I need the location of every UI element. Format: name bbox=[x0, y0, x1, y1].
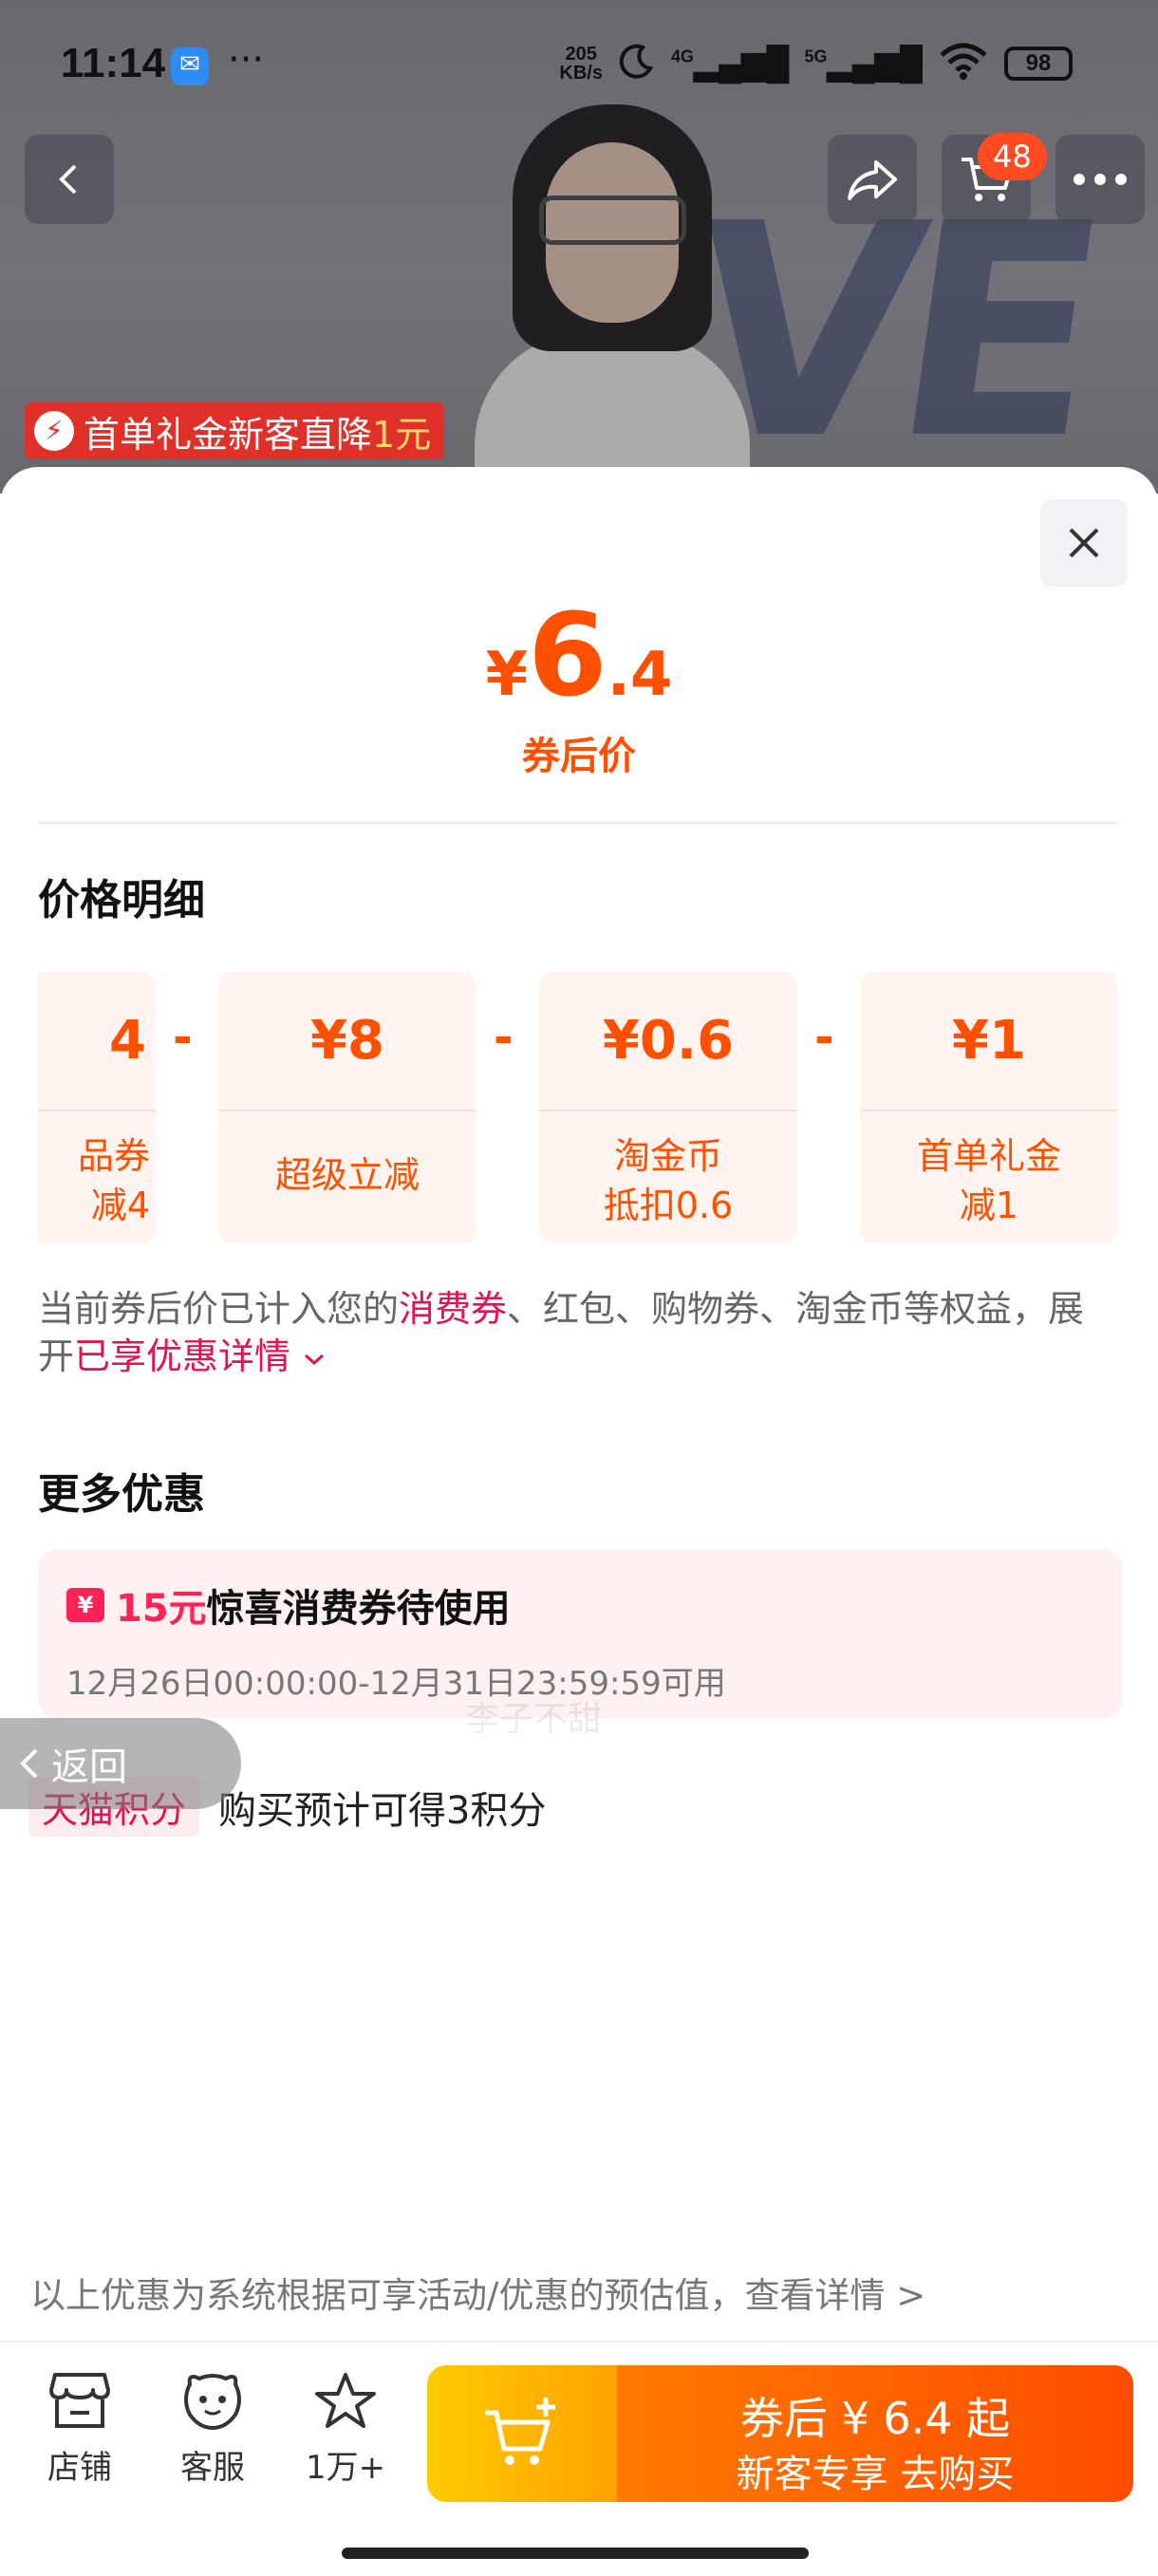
coupon-amount: 15元 bbox=[116, 1587, 207, 1631]
battery-indicator: 98 bbox=[1004, 46, 1073, 81]
minus-operator: - bbox=[814, 1010, 834, 1065]
customer-service-button[interactable]: 客服 bbox=[156, 2371, 270, 2488]
coupon-price-label: 券后价 bbox=[522, 735, 636, 778]
price-detail-sheet: ¥6.4 券后价 价格明细 4 品券 减4 - ¥8 超级立减 - ¥0.6 淘金… bbox=[0, 467, 1158, 2574]
watermark-text: 李子不甜 bbox=[465, 1700, 603, 1739]
star-icon bbox=[315, 2373, 376, 2428]
moon-icon bbox=[618, 42, 656, 84]
promo-text: 首单礼金新客直降1元 bbox=[84, 413, 432, 456]
chevron-left-icon bbox=[59, 164, 77, 195]
minus-operator: - bbox=[173, 1010, 193, 1065]
price-note: 当前券后价已计入您的消费券、红包、购物券、淘金币等权益，展开已享优惠详情 bbox=[38, 1288, 1085, 1377]
message-app-icon: ✉ bbox=[171, 47, 209, 85]
coupon-validity: 12月26日00:00:00-12月31日23:59:59可用 bbox=[66, 1665, 726, 1703]
buy-price-line: 券后 ¥ 6.4 起 bbox=[739, 2393, 1011, 2444]
shop-button[interactable]: 店铺 bbox=[23, 2371, 137, 2488]
signal-5g-icon: 5G▂▄▆█ bbox=[804, 45, 924, 82]
minus-operator: - bbox=[494, 1010, 514, 1065]
divider bbox=[38, 822, 1120, 824]
add-cart-icon bbox=[485, 2398, 555, 2465]
status-time: 11:14 bbox=[61, 40, 166, 86]
price-detail-title: 价格明细 bbox=[38, 876, 205, 924]
chevron-left-icon bbox=[20, 1748, 38, 1779]
more-offers-title: 更多优惠 bbox=[38, 1470, 205, 1519]
share-button[interactable] bbox=[828, 135, 917, 224]
status-bar: 11:14 ✉ ··· 205 KB/s 4G▂▄▆█ 5G▂▄▆█ 98 bbox=[0, 0, 1158, 133]
price-breakdown-cards[interactable]: 4 品券 减4 - ¥8 超级立减 - ¥0.6 淘金币 抵扣0.6 - ¥1 首单… bbox=[38, 972, 1122, 1247]
coupon-title: 惊喜消费券待使用 bbox=[206, 1587, 511, 1631]
home-indicator[interactable] bbox=[342, 2548, 809, 2559]
add-to-cart-button[interactable] bbox=[427, 2365, 617, 2502]
favorite-button[interactable]: 1万+ bbox=[289, 2371, 402, 2488]
more-notifications-icon: ··· bbox=[228, 38, 265, 82]
breakdown-card: 4 品券 减4 bbox=[38, 972, 156, 1243]
buy-now-button[interactable]: 券后 ¥ 6.4 起 新客专享 去购买 bbox=[427, 2365, 1133, 2502]
disclaimer-link[interactable]: 以上优惠为系统根据可享活动/优惠的预估值，查看详情 > bbox=[30, 2267, 925, 2318]
points-estimate-text: 购买预计可得3积分 bbox=[218, 1788, 547, 1833]
more-button[interactable] bbox=[1055, 135, 1145, 224]
breakdown-card: ¥8 超级立减 bbox=[218, 972, 476, 1243]
lightning-icon: ⚡ bbox=[34, 411, 74, 451]
wifi-icon bbox=[938, 42, 989, 84]
floating-back-button[interactable]: 返回 bbox=[0, 1718, 241, 1809]
breakdown-card: ¥0.6 淘金币 抵扣0.6 bbox=[539, 972, 797, 1243]
network-speed: 205 KB/s bbox=[559, 43, 603, 84]
signal-4g-icon: 4G▂▄▆█ bbox=[671, 45, 790, 82]
more-dots-icon bbox=[1074, 174, 1127, 185]
coupon-ticket-icon: ¥ bbox=[66, 1588, 104, 1622]
coupon-price: ¥6.4 bbox=[485, 590, 673, 722]
breakdown-card: ¥1 首单礼金 减1 bbox=[860, 972, 1118, 1243]
chevron-down-icon bbox=[305, 1353, 325, 1366]
expand-discount-details-link[interactable]: 已享优惠详情 bbox=[74, 1335, 327, 1377]
bottom-action-bar: 店铺 客服 1万+ 券后 ¥ 6.4 起 新客专享 去购买 bbox=[0, 2341, 1158, 2576]
back-button[interactable] bbox=[25, 135, 114, 224]
close-button[interactable] bbox=[1040, 499, 1128, 587]
cart-count-badge: 48 bbox=[978, 133, 1047, 180]
buy-action-line: 新客专享 去购买 bbox=[736, 2453, 1015, 2496]
customer-service-icon bbox=[184, 2374, 241, 2430]
close-icon bbox=[1069, 528, 1099, 558]
shop-icon bbox=[49, 2373, 110, 2428]
first-order-promo-banner[interactable]: ⚡ 首单礼金新客直降1元 bbox=[25, 402, 445, 459]
share-icon bbox=[848, 160, 897, 200]
